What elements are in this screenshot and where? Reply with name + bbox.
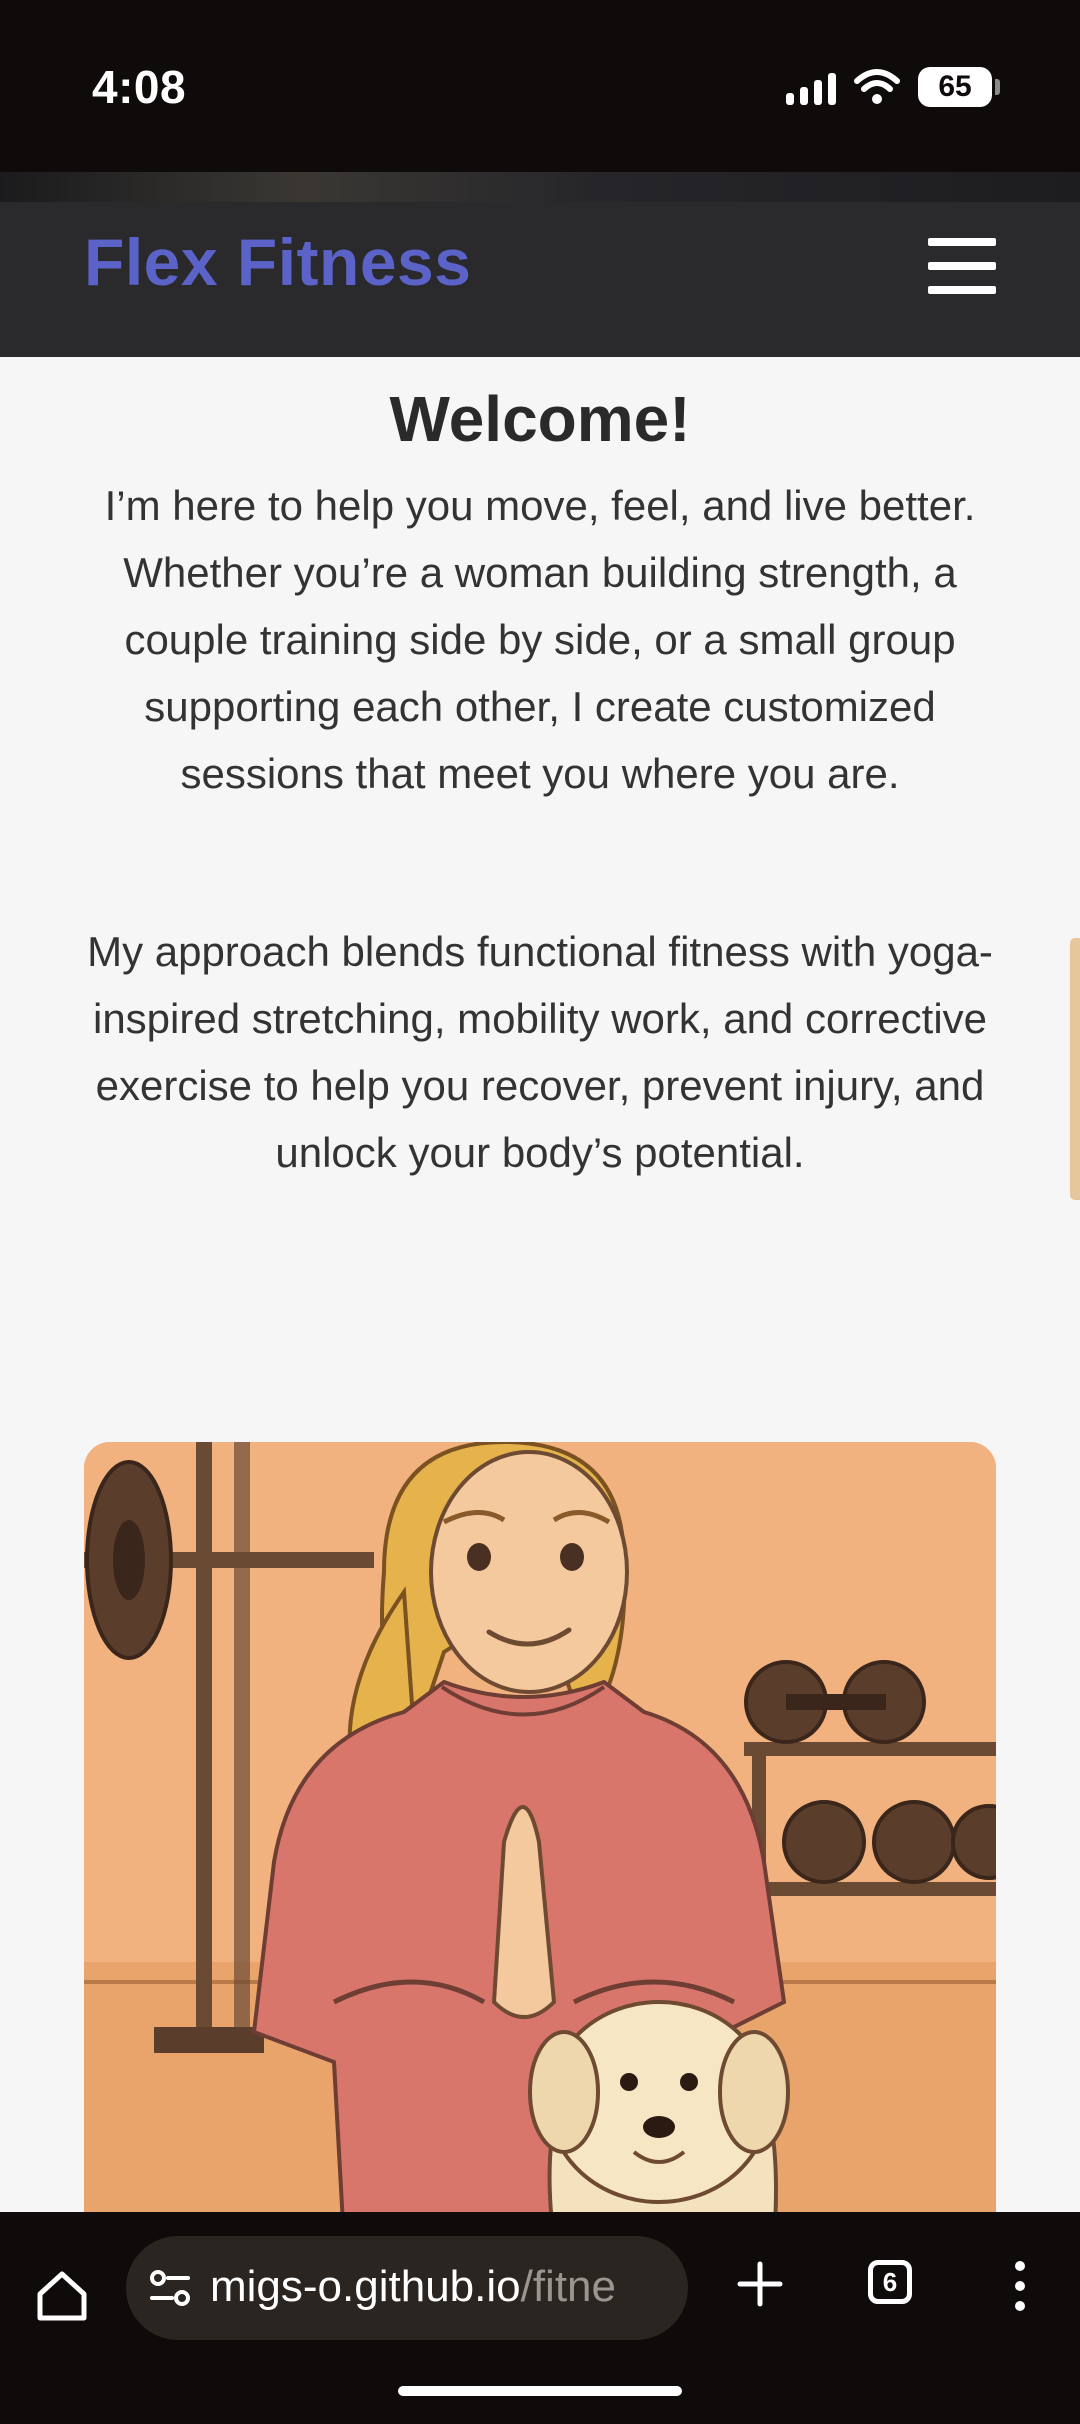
- tab-count: 6: [882, 2266, 898, 2297]
- url-host: migs-o.github.io: [210, 2262, 521, 2311]
- hamburger-menu-icon[interactable]: [928, 238, 998, 294]
- trainer-with-dog-illustration: [84, 1442, 996, 2242]
- intro-paragraph: I’m here to help you move, feel, and liv…: [104, 482, 976, 797]
- battery-icon: 65: [918, 67, 1000, 107]
- trainer-illustration: [84, 1442, 996, 2242]
- home-icon[interactable]: [30, 2264, 94, 2328]
- wifi-icon: [854, 69, 900, 104]
- battery-level: 65: [938, 70, 972, 103]
- more-options-icon[interactable]: [1010, 2258, 1030, 2314]
- site-settings-icon[interactable]: [146, 2264, 194, 2312]
- site-logo[interactable]: Flex Fitness: [84, 224, 471, 300]
- scrollbar-thumb[interactable]: [1070, 938, 1080, 1200]
- header-top-shadow: [0, 172, 1080, 202]
- welcome-heading: Welcome!: [389, 383, 691, 455]
- approach-paragraph: My approach blends functional fitness wi…: [87, 928, 993, 1176]
- address-bar[interactable]: migs-o.github.io/fitne: [126, 2236, 688, 2340]
- cellular-signal-icon: [786, 69, 836, 105]
- tab-switcher-button[interactable]: 6: [868, 2260, 912, 2304]
- new-tab-plus-icon[interactable]: [734, 2258, 786, 2310]
- home-indicator[interactable]: [398, 2386, 682, 2396]
- status-time: 4:08: [92, 61, 187, 113]
- status-icons: 65: [786, 64, 1000, 110]
- site-header: Flex Fitness: [0, 172, 1080, 357]
- url-text[interactable]: migs-o.github.io/fitne: [210, 2262, 680, 2312]
- status-bar: 4:08 65: [0, 0, 1080, 172]
- url-path: /fitne: [520, 2262, 616, 2311]
